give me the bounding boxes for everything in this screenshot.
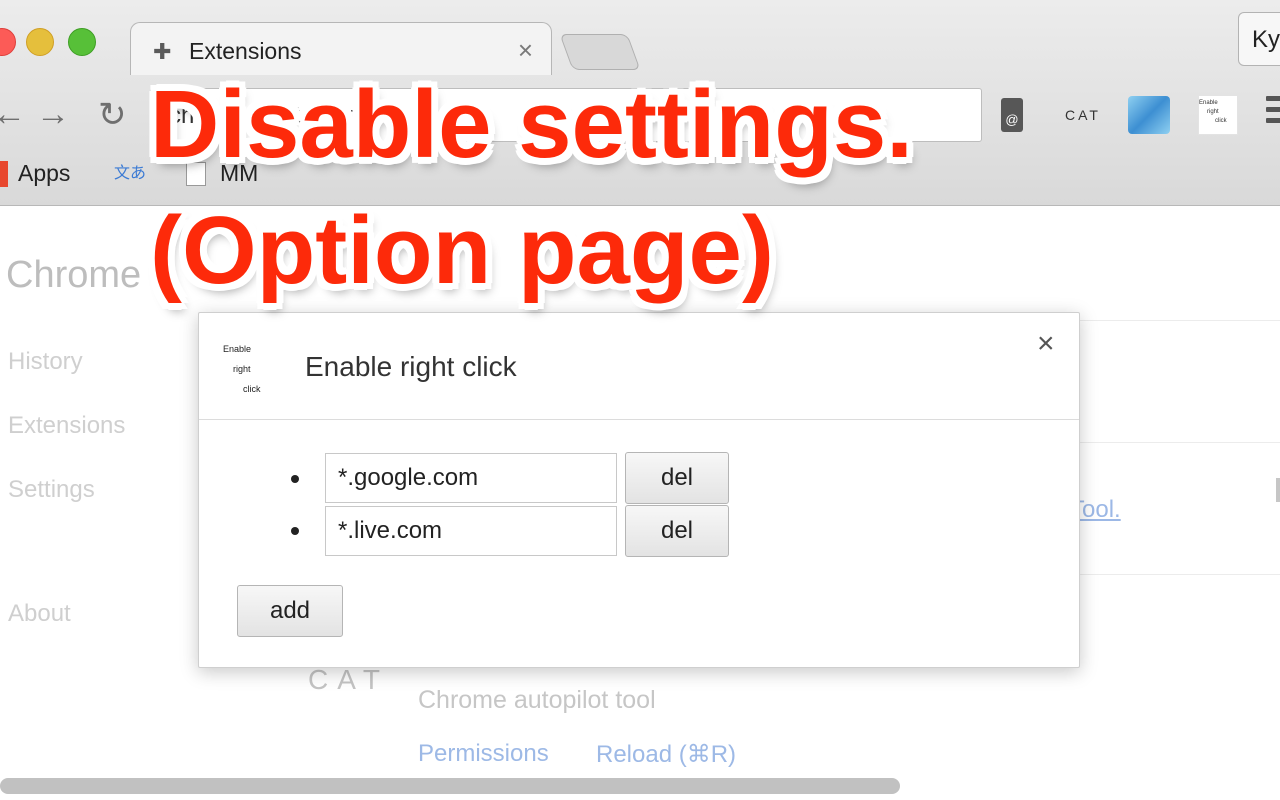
- erc-icon-line: right: [1207, 109, 1219, 115]
- menu-icon[interactable]: [1266, 96, 1280, 129]
- profile-button[interactable]: Ky: [1238, 12, 1280, 66]
- reload-link[interactable]: Reload (⌘R): [596, 740, 736, 769]
- wave-extension-icon[interactable]: [1126, 94, 1172, 136]
- sidebar-item-history[interactable]: History: [8, 348, 83, 376]
- caption-line-2: (Option page): [150, 197, 774, 304]
- list-bullet: [291, 475, 299, 483]
- erc-icon-line: click: [1215, 118, 1227, 124]
- sidebar-item-extensions[interactable]: Extensions: [8, 412, 125, 440]
- options-dialog: Enable right click Enable right click × …: [198, 312, 1080, 668]
- back-arrow-icon[interactable]: ←: [0, 95, 26, 134]
- forward-arrow-icon[interactable]: →: [36, 95, 70, 134]
- tab-title: Extensions: [189, 38, 302, 64]
- zoom-window-button[interactable]: [68, 28, 96, 56]
- edge-marker: [1276, 478, 1280, 502]
- logo-line: right: [233, 364, 251, 374]
- list-bullet: [291, 527, 299, 535]
- dialog-divider: [199, 419, 1079, 420]
- translate-bookmark-icon[interactable]: 文あ: [114, 156, 152, 192]
- dialog-title: Enable right click: [305, 351, 517, 382]
- logo-line: click: [243, 384, 261, 394]
- site-pattern-input[interactable]: [325, 453, 617, 503]
- extension-logo-icon: Enable right click: [223, 339, 281, 397]
- mail-extension-icon[interactable]: @: [998, 94, 1026, 136]
- permissions-link[interactable]: Permissions: [418, 740, 549, 768]
- close-window-button[interactable]: [0, 28, 16, 56]
- new-tab-button[interactable]: [559, 34, 641, 70]
- bookmark-apps-label: Apps: [18, 160, 71, 186]
- page-title: Chrome: [6, 254, 142, 296]
- reload-icon[interactable]: ↻: [98, 95, 127, 135]
- extension-description: Chrome autopilot tool: [418, 686, 656, 714]
- horizontal-scrollbar[interactable]: [0, 778, 900, 794]
- erc-icon-line: Enable: [1199, 100, 1218, 106]
- delete-site-button[interactable]: del: [625, 505, 729, 557]
- puzzle-icon: ✚: [153, 39, 172, 64]
- minimize-window-button[interactable]: [26, 28, 54, 56]
- add-site-button[interactable]: add: [237, 585, 343, 637]
- logo-line: Enable: [223, 344, 252, 354]
- profile-label: Ky: [1252, 26, 1280, 53]
- tab-extensions[interactable]: ✚ Extensions ×: [130, 22, 552, 75]
- site-pattern-input[interactable]: [325, 506, 617, 556]
- close-icon[interactable]: ×: [1037, 327, 1055, 361]
- cat-logo: CAT: [308, 664, 389, 695]
- delete-site-button[interactable]: del: [625, 452, 729, 504]
- bookmark-apps[interactable]: Apps: [0, 160, 70, 187]
- sidebar-item-about[interactable]: About: [8, 600, 71, 628]
- sidebar-item-settings[interactable]: Settings: [8, 476, 95, 504]
- caption-line-1: Disable settings.: [150, 71, 913, 178]
- tab-close-icon[interactable]: ×: [518, 35, 533, 66]
- enable-right-click-extension-icon[interactable]: Enable right click: [1196, 94, 1240, 136]
- cat-extension-icon[interactable]: CAT: [1058, 94, 1108, 136]
- apps-icon: [0, 160, 8, 187]
